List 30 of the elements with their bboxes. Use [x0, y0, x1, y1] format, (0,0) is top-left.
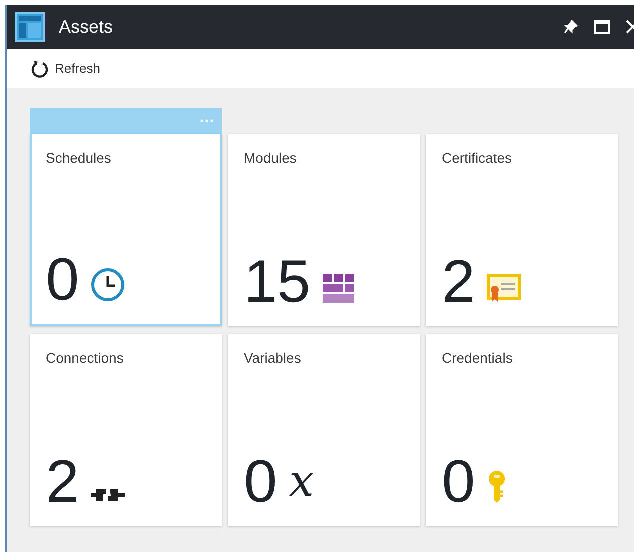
- asset-tile[interactable]: Modules 15: [228, 134, 420, 326]
- asset-tile[interactable]: Schedules 0: [30, 134, 222, 326]
- tile-count: 2: [46, 452, 80, 512]
- certificate-icon: [487, 274, 522, 304]
- tile-count: 0: [442, 452, 476, 512]
- asset-tile[interactable]: Credentials 0: [426, 334, 618, 526]
- refresh-icon: [31, 60, 49, 78]
- tile-count: 0: [46, 250, 80, 310]
- refresh-button[interactable]: Refresh: [31, 58, 101, 78]
- grid-icon: [322, 274, 355, 304]
- pin-icon[interactable]: [564, 20, 578, 34]
- tile-count: 0: [244, 452, 278, 512]
- asset-tile[interactable]: Variables 0 x: [228, 334, 420, 526]
- tile-count: 15: [244, 252, 311, 312]
- tile-count: 2: [442, 252, 476, 312]
- key-icon: [487, 470, 508, 504]
- tile-title: Modules: [244, 149, 298, 168]
- tile-title: Credentials: [442, 349, 514, 368]
- tile-title: Variables: [244, 349, 302, 368]
- asset-tile[interactable]: Certificates 2: [426, 134, 618, 326]
- tile-title: Certificates: [442, 149, 514, 168]
- blade-icon: [15, 12, 45, 42]
- maximize-icon[interactable]: [594, 20, 610, 34]
- clock-icon: [91, 268, 126, 302]
- plug-connector-icon: [91, 486, 126, 504]
- tile-title: Schedules: [46, 149, 112, 168]
- asset-tile[interactable]: Connections 2: [30, 334, 222, 526]
- variable-x-symbol: x: [289, 460, 314, 504]
- window-title: Assets: [59, 16, 114, 38]
- tile-title: Connections: [46, 349, 125, 368]
